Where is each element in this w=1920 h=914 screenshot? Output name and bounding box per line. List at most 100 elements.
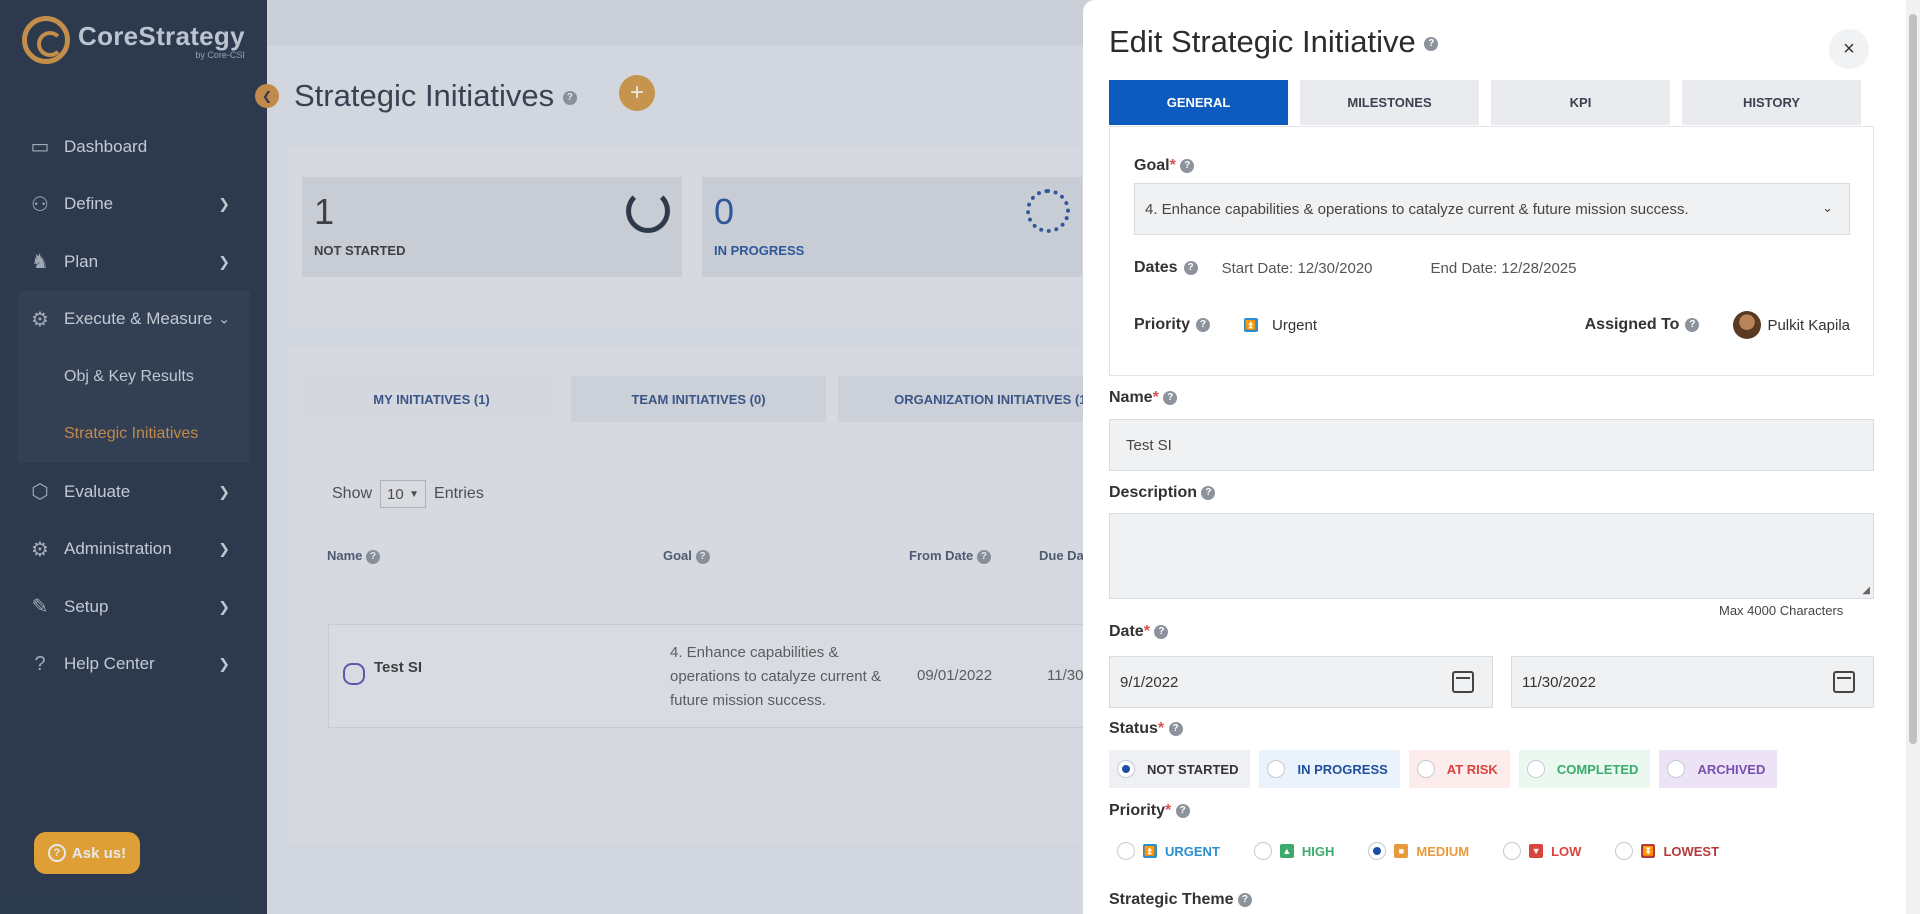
chevron-down-icon: ▼ [409,488,420,500]
scrollbar-thumb[interactable] [1909,14,1917,744]
radio[interactable] [1117,842,1135,860]
radio[interactable] [1526,760,1545,778]
priority-label: MEDIUM [1416,843,1470,859]
help-icon[interactable]: ? [1183,261,1198,275]
tab-my-initiatives[interactable]: MY INITIATIVES (1) [304,376,559,422]
priority-label: URGENT [1165,843,1220,859]
col-due-label: Due Da [1039,548,1084,563]
col-from-date[interactable]: From Date ? [909,548,991,564]
radio[interactable] [1267,760,1286,778]
name-value: Test SI [1126,436,1172,454]
tab-kpi[interactable]: KPI [1491,80,1670,125]
ask-us-button[interactable]: ? Ask us! [34,832,140,874]
help-icon[interactable]: ? [695,549,710,564]
help-icon[interactable]: ? [1180,158,1195,173]
chevron-right-icon: ❯ [218,540,230,557]
logo-icon [22,16,70,64]
radio[interactable] [1253,842,1272,860]
initiatives-list: MY INITIATIVES (1) TEAM INITIATIVES (0) … [287,348,1148,842]
urgent-icon: ⏫ [1244,318,1259,332]
radio[interactable] [1416,760,1435,778]
row-name[interactable]: Test SI [374,659,422,676]
col-name-label: Name [327,548,363,563]
sidebar-item-evaluate[interactable]: ⬡ Evaluate ❯ [18,463,250,521]
sidebar-item-strategic-initiatives[interactable]: Strategic Initiatives [18,406,250,464]
ask-us-label: Ask us! [71,844,127,862]
radio[interactable] [1503,842,1522,860]
lowest-icon: ⏬ [1641,844,1656,858]
radio-selected[interactable] [1368,842,1387,860]
dashboard-icon: ▭ [30,136,50,159]
status-at-risk[interactable]: AT RISK [1408,750,1510,788]
name-input[interactable]: Test SI [1109,419,1874,471]
chevron-right-icon: ❯ [218,253,230,270]
help-icon[interactable]: ? [1237,892,1252,907]
resize-handle-icon[interactable]: ◢ [1862,585,1870,596]
entries-select[interactable]: 10 ▼ [380,480,427,508]
sidebar-item-help-center[interactable]: ? Help Center ❯ [18,636,250,694]
col-name[interactable]: Name ? [327,548,381,564]
help-icon[interactable]: ? [1201,485,1216,500]
end-date-input[interactable]: 11/30/2022 [1511,656,1874,708]
calendar-icon[interactable] [1833,671,1855,693]
priority-high[interactable]: ▲ HIGH [1253,842,1335,860]
help-icon[interactable]: ? [1154,624,1169,639]
gear-icon: ⚙ [31,538,49,561]
stat-card-in-progress: 0 IN PROGRESS [702,177,1082,277]
plan-icon: ♞ [31,251,49,274]
status-in-progress[interactable]: IN PROGRESS [1259,750,1400,788]
goal-select[interactable]: 4. Enhance capabilities & operations to … [1134,183,1850,235]
sidebar-item-setup[interactable]: ✎ Setup ❯ [18,578,250,636]
calendar-icon[interactable] [1452,671,1474,693]
sidebar-item-administration[interactable]: ⚙ Administration ❯ [18,521,250,579]
radio[interactable] [1615,842,1634,860]
priority-label: LOWEST [1663,843,1720,859]
start-date-input[interactable]: 9/1/2022 [1109,656,1493,708]
col-goal[interactable]: Goal ? [663,548,710,564]
col-from-label: From Date [909,548,974,563]
table-row[interactable]: Test SI 4. Enhance capabilities & operat… [328,624,1148,728]
page-title: Strategic Initiatives ? [294,78,577,114]
close-button[interactable]: × [1829,29,1869,69]
sidebar-item-label: Define [64,194,114,214]
help-icon[interactable]: ? [562,90,577,105]
tab-milestones[interactable]: MILESTONES [1300,80,1479,125]
priority-low[interactable]: ▼ LOW [1503,842,1581,860]
status-not-started[interactable]: NOT STARTED [1109,750,1251,788]
priority-lowest[interactable]: ⏬ LOWEST [1615,842,1719,860]
priority-row: Priority ? ⏫ Urgent Assigned To ? Pulkit… [1134,311,1850,339]
priority-label: HIGH [1301,843,1335,859]
radio-selected[interactable] [1117,760,1135,778]
sidebar-item-dashboard[interactable]: ▭ Dashboard [18,118,250,176]
sidebar-item-plan[interactable]: ♞ Plan ❯ [18,233,250,291]
sidebar-item-obj-key-results[interactable]: Obj & Key Results [18,348,250,406]
status-archived[interactable]: ARCHIVED [1659,750,1778,788]
status-completed[interactable]: COMPLETED [1518,750,1651,788]
initiative-icon [343,663,365,685]
help-icon[interactable]: ? [1175,803,1190,818]
logo[interactable]: CoreStrategy by Core-CSI [22,16,245,64]
help-icon[interactable]: ? [1424,36,1439,51]
status-label: NOT STARTED [1147,761,1239,777]
radio[interactable] [1667,760,1686,778]
question-circle-icon: ? [34,652,46,675]
sidebar-item-define[interactable]: ⚇ Define ❯ [18,176,250,234]
scrollbar[interactable] [1906,0,1920,914]
help-icon[interactable]: ? [1196,318,1211,332]
help-icon[interactable]: ? [366,549,381,564]
sidebar-item-execute-measure[interactable]: ⚙ Execute & Measure ⌄ [18,291,250,349]
add-initiative-button[interactable]: + [619,75,655,111]
collapse-sidebar-button[interactable]: ❮ [255,84,279,108]
help-icon[interactable]: ? [1685,318,1700,332]
priority-urgent[interactable]: ⏫ URGENT [1117,842,1220,860]
help-icon[interactable]: ? [976,549,991,564]
description-textarea[interactable]: ◢ [1109,513,1874,599]
tab-general[interactable]: GENERAL [1109,80,1288,125]
help-icon[interactable]: ? [1163,390,1178,405]
priority2-label-text: Priority [1109,802,1166,819]
tab-history[interactable]: HISTORY [1682,80,1861,125]
help-icon[interactable]: ? [1168,721,1183,736]
col-due-date[interactable]: Due Da [1039,548,1084,563]
priority-medium[interactable]: ■ MEDIUM [1368,842,1469,860]
tab-team-initiatives[interactable]: TEAM INITIATIVES (0) [571,376,826,422]
